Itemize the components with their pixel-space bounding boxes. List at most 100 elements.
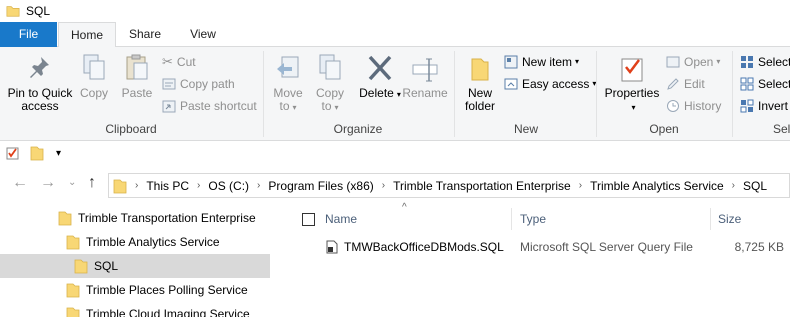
invert-selection-button[interactable]: Invert — [740, 95, 788, 116]
cut-label: Cut — [176, 54, 196, 69]
edit-button[interactable]: Edit — [666, 73, 705, 94]
copy-to-label-line2: to — [321, 99, 332, 113]
select-none-button[interactable]: Select — [740, 73, 790, 94]
invert-selection-icon — [740, 99, 754, 112]
paste-shortcut-button[interactable]: Paste shortcut — [162, 95, 257, 116]
column-header-size[interactable]: Size — [718, 206, 741, 232]
pin-to-quick-access-button[interactable]: Pin to Quick access — [4, 53, 76, 113]
paste-button[interactable]: Paste — [118, 53, 156, 100]
chevron-down-icon: ▾ — [396, 90, 401, 99]
file-size: 8,725 KB — [734, 240, 784, 254]
tree-item-sql[interactable]: SQL — [0, 254, 270, 278]
easy-access-label: Easy access — [522, 76, 590, 91]
tree-item-trimble-cloud-imaging-service[interactable]: Trimble Cloud Imaging Service — [66, 302, 250, 317]
new-item-button[interactable]: New item ▾ — [504, 51, 579, 72]
rename-button[interactable]: Rename — [402, 53, 448, 100]
properties-button[interactable]: Properties ▾ — [602, 53, 662, 114]
address-bar[interactable]: › This PC › OS (C:) › Program Files (x86… — [108, 173, 790, 198]
select-all-checkbox[interactable] — [302, 212, 315, 226]
tree-item-trimble-places-polling-service[interactable]: Trimble Places Polling Service — [66, 278, 248, 302]
tree-item-label: SQL — [94, 259, 119, 273]
paste-shortcut-icon — [162, 100, 176, 112]
cut-button[interactable]: ✂ Cut — [162, 51, 196, 72]
tab-share[interactable]: Share — [116, 22, 174, 47]
select-all-checkbox-header[interactable] — [302, 206, 315, 232]
easy-access-button[interactable]: Easy access ▾ — [504, 73, 596, 94]
folder-icon — [66, 307, 80, 317]
pin-icon — [30, 57, 49, 78]
forward-arrow-icon[interactable]: → — [40, 174, 56, 192]
quick-access-toolbar: ▾ — [0, 141, 790, 165]
ribbon-tabs: File Home Share View — [0, 22, 790, 48]
move-to-icon — [277, 56, 299, 78]
tree-item-trimble-analytics-service[interactable]: Trimble Analytics Service — [66, 230, 220, 254]
new-folder-icon — [471, 58, 489, 81]
delete-x-icon — [368, 55, 392, 81]
table-row[interactable]: TMWBackOfficeDBMods.SQL Microsoft SQL Se… — [284, 236, 790, 258]
up-arrow-icon[interactable]: ↑ — [88, 174, 96, 192]
navigation-pane-scrollbar[interactable] — [270, 202, 284, 317]
copy-label: Copy — [79, 86, 108, 100]
tree-item-label: Trimble Analytics Service — [86, 235, 220, 249]
recent-locations-chevron-icon[interactable]: ⌄ — [68, 177, 76, 188]
customize-toolbar-dropdown-icon[interactable]: ▾ — [56, 148, 61, 159]
tab-view[interactable]: View — [174, 22, 232, 47]
paste-label: Paste — [121, 86, 153, 100]
column-type-label: Type — [520, 212, 547, 226]
breadcrumb-trimble-analytics-service[interactable]: Trimble Analytics Service — [590, 179, 724, 193]
new-folder-icon[interactable] — [30, 145, 44, 161]
column-header-name[interactable]: Name — [325, 206, 357, 232]
folder-icon — [74, 259, 88, 274]
copy-path-button[interactable]: Copy path — [162, 73, 235, 94]
delete-button[interactable]: Delete ▾ — [358, 53, 402, 101]
breadcrumb-separator-icon: › — [731, 180, 736, 191]
breadcrumb-separator-icon: › — [135, 180, 139, 191]
select-all-icon — [741, 55, 753, 68]
open-icon — [666, 56, 680, 67]
breadcrumb-separator-icon: › — [381, 180, 386, 191]
breadcrumb-separator-icon: › — [578, 180, 583, 191]
select-all-button[interactable]: Select — [740, 51, 790, 72]
delete-label: Delete — [359, 86, 394, 100]
chevron-down-icon: ▾ — [575, 57, 580, 66]
select-group-label: Sel — [773, 122, 790, 136]
column-divider[interactable] — [511, 208, 512, 230]
copy-to-button[interactable]: Copy to ▾ — [310, 53, 350, 114]
move-to-label-line1: Move — [273, 86, 303, 100]
open-button[interactable]: Open ▾ — [666, 51, 720, 72]
tree-item-label: Trimble Cloud Imaging Service — [86, 307, 250, 317]
move-to-button[interactable]: Move to ▾ — [268, 53, 308, 114]
tab-home[interactable]: Home — [58, 22, 116, 48]
tab-file[interactable]: File — [0, 22, 57, 47]
breadcrumb-separator-icon: › — [197, 180, 201, 191]
properties-icon — [621, 58, 643, 82]
chevron-down-icon: ▾ — [631, 103, 636, 112]
breadcrumb-os-c[interactable]: OS (C:) — [208, 179, 249, 193]
title-bar: SQL — [0, 0, 790, 22]
folder-icon — [6, 6, 20, 17]
rename-label: Rename — [402, 86, 448, 100]
column-header-type[interactable]: Type — [520, 206, 546, 232]
folder-icon — [66, 235, 80, 250]
open-label: Open — [684, 54, 714, 69]
breadcrumb-this-pc[interactable]: This PC — [146, 179, 189, 193]
breadcrumb-sql[interactable]: SQL — [743, 179, 767, 193]
breadcrumb-trimble-transportation-enterprise[interactable]: Trimble Transportation Enterprise — [393, 179, 571, 193]
new-folder-label-line2: folder — [464, 99, 496, 113]
copy-button[interactable]: Copy — [76, 53, 112, 100]
pin-label-line1: Pin to Quick — [7, 86, 73, 100]
organize-group-label: Organize — [333, 122, 383, 136]
properties-check-icon[interactable] — [6, 146, 20, 160]
tree-item-trimble-transportation-enterprise[interactable]: Trimble Transportation Enterprise — [58, 206, 256, 230]
copy-path-icon — [162, 78, 176, 89]
new-folder-button[interactable]: New folder — [460, 53, 500, 113]
chevron-down-icon: ▾ — [334, 103, 339, 112]
breadcrumb-program-files-x86[interactable]: Program Files (x86) — [268, 179, 373, 193]
folder-icon — [66, 283, 80, 298]
copy-path-label: Copy path — [180, 76, 235, 91]
column-divider[interactable] — [710, 208, 711, 230]
history-button[interactable]: History — [666, 95, 721, 116]
rename-icon — [412, 58, 438, 82]
copy-to-label-line1: Copy — [315, 86, 344, 100]
back-arrow-icon[interactable]: ← — [12, 174, 28, 192]
